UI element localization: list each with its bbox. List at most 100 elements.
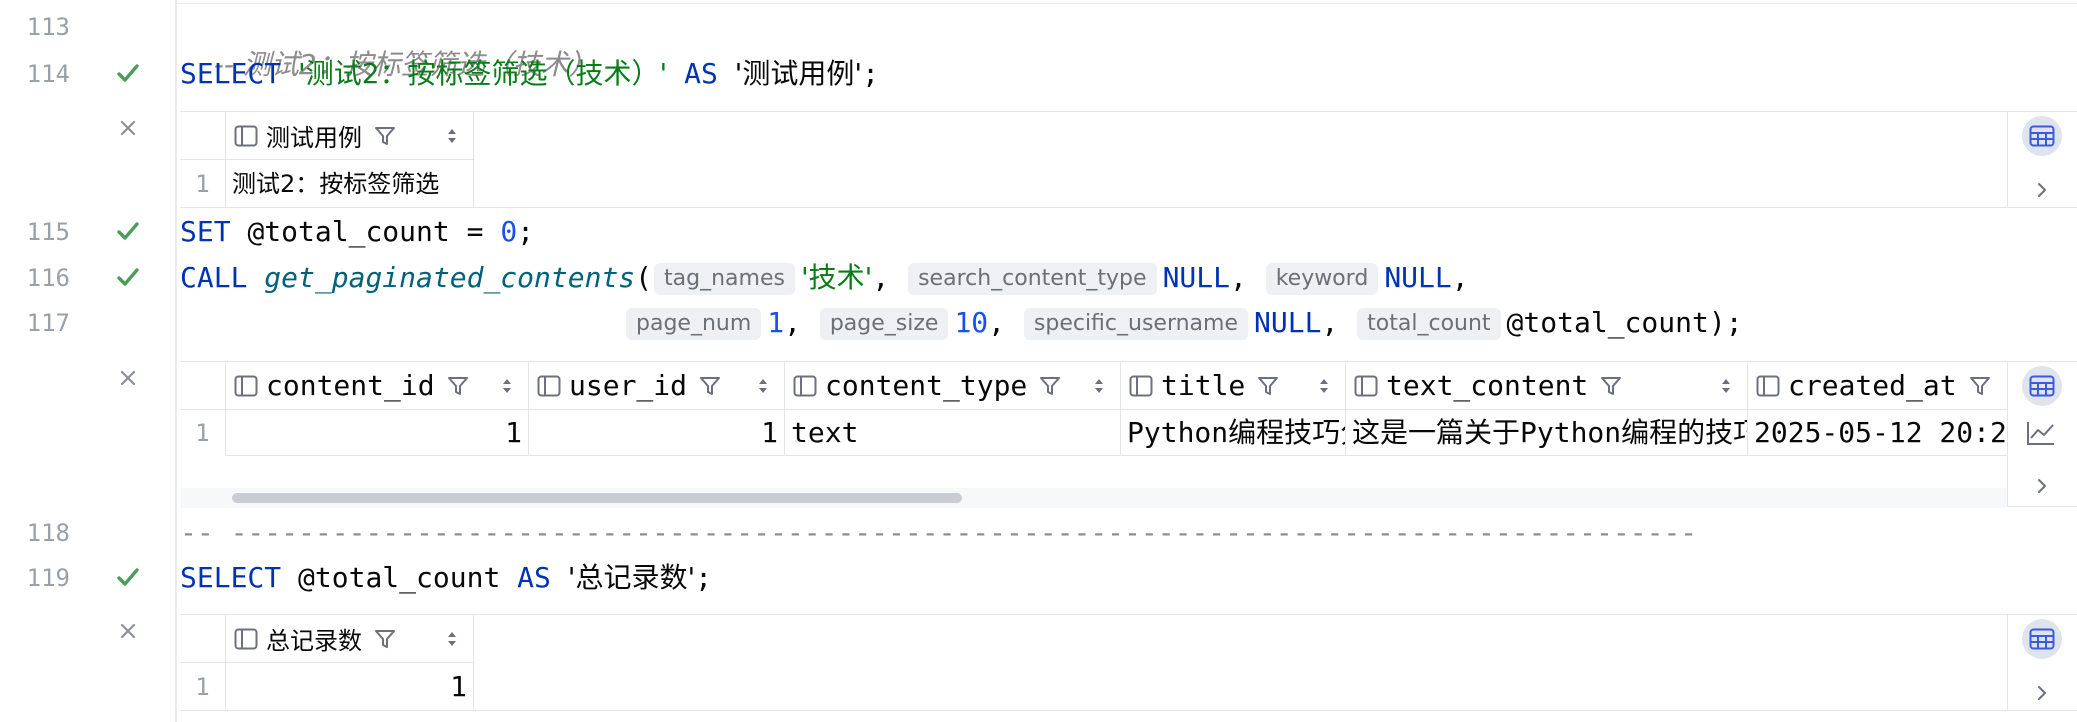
paren: ( bbox=[635, 261, 653, 294]
chevron-right-icon[interactable] bbox=[2032, 180, 2052, 200]
column-header[interactable]: 总记录数 bbox=[226, 615, 474, 663]
code-line-114[interactable]: SELECT '测试2：按标签筛选（技术）' AS '测试用例'; bbox=[180, 55, 879, 93]
sql-variable: @total_count = bbox=[247, 215, 501, 248]
line-number: 118 bbox=[26, 519, 70, 547]
code-line-117[interactable]: page_num 1, page_size 10, specific_usernam… bbox=[624, 304, 1743, 342]
sql-variable: @total_count bbox=[298, 561, 501, 594]
line-number: 114 bbox=[26, 60, 70, 88]
column-icon bbox=[1129, 375, 1153, 396]
param-hint: page_size bbox=[819, 308, 949, 340]
close-icon[interactable] bbox=[114, 617, 142, 645]
column-header[interactable]: user_id bbox=[529, 362, 785, 410]
column-header[interactable]: text_content bbox=[1346, 362, 1748, 410]
column-header[interactable]: title bbox=[1121, 362, 1346, 410]
table-cell[interactable]: 1 bbox=[226, 410, 529, 456]
table-cell[interactable]: Python编程技巧分 bbox=[1121, 410, 1346, 456]
sort-icon[interactable] bbox=[445, 125, 459, 147]
filter-icon[interactable] bbox=[1598, 373, 1624, 399]
sql-function-name: get_paginated_contents bbox=[264, 261, 636, 294]
comma: , bbox=[784, 306, 801, 339]
scrollbar-thumb[interactable] bbox=[232, 493, 962, 503]
filter-icon[interactable] bbox=[445, 373, 471, 399]
sql-null: NULL bbox=[1254, 306, 1322, 339]
sql-string: '测试2：按标签筛选（技术）' bbox=[298, 57, 668, 90]
param-hint: search_content_type bbox=[908, 263, 1157, 295]
param-hint: keyword bbox=[1265, 263, 1379, 295]
sql-keyword: AS bbox=[517, 561, 551, 594]
sql-comment: -- -------------------------------------… bbox=[180, 516, 1698, 549]
chevron-right-icon[interactable] bbox=[2032, 476, 2052, 496]
row-number-header bbox=[180, 362, 226, 410]
filter-icon[interactable] bbox=[372, 626, 398, 652]
table-view-icon[interactable] bbox=[2022, 619, 2062, 659]
comma: , bbox=[1321, 306, 1339, 339]
close-icon[interactable] bbox=[114, 114, 142, 142]
code-line-118[interactable]: -- -------------------------------------… bbox=[180, 514, 1697, 552]
sql-number: 0 bbox=[500, 215, 518, 248]
code-line-119[interactable]: SELECT @total_count AS '总记录数'; bbox=[180, 559, 712, 597]
checkmark-icon bbox=[117, 64, 139, 82]
column-icon bbox=[234, 628, 258, 649]
result-sidebar bbox=[2007, 112, 2077, 207]
sql-number: 1 bbox=[767, 306, 785, 339]
sql-null: NULL bbox=[1384, 261, 1452, 294]
gutter-divider bbox=[175, 0, 177, 722]
comma: , bbox=[872, 261, 890, 294]
column-header[interactable]: content_type bbox=[785, 362, 1121, 410]
table-view-icon[interactable] bbox=[2022, 366, 2062, 406]
param-hint: page_num bbox=[626, 308, 762, 340]
column-header[interactable]: 测试用例 bbox=[226, 112, 474, 160]
column-icon bbox=[234, 375, 258, 396]
table-cell[interactable]: 1 bbox=[529, 410, 785, 456]
column-icon bbox=[537, 375, 561, 396]
code-line-116[interactable]: CALL get_paginated_contents(tag_names '技术… bbox=[180, 259, 1469, 297]
sort-icon[interactable] bbox=[500, 375, 514, 397]
row-number-header bbox=[180, 615, 226, 663]
close-icon[interactable] bbox=[114, 364, 142, 392]
filter-icon[interactable] bbox=[697, 373, 723, 399]
result-panel-3: 总记录数 1 1 bbox=[180, 614, 2077, 711]
semicolon: ; bbox=[695, 561, 713, 594]
line-number: 117 bbox=[26, 309, 70, 337]
horizontal-scrollbar[interactable] bbox=[180, 488, 2007, 508]
table-cell[interactable]: 这是一篇关于Python编程的技巧分 bbox=[1346, 410, 1748, 456]
column-icon bbox=[234, 125, 258, 146]
semicolon: ; bbox=[862, 57, 879, 90]
column-header[interactable]: created_at bbox=[1748, 362, 2007, 410]
column-label: content_type bbox=[825, 369, 1028, 402]
sql-keyword: SELECT bbox=[180, 561, 282, 594]
sql-alias: '总记录数' bbox=[567, 561, 696, 594]
line-number: 115 bbox=[26, 218, 70, 246]
filter-icon[interactable] bbox=[372, 123, 398, 149]
column-label: user_id bbox=[569, 369, 688, 402]
sort-icon[interactable] bbox=[756, 375, 770, 397]
filter-icon[interactable] bbox=[1255, 373, 1281, 399]
sort-icon[interactable] bbox=[1719, 375, 1733, 397]
filter-icon[interactable] bbox=[1037, 373, 1063, 399]
sort-icon[interactable] bbox=[445, 628, 459, 650]
sort-icon[interactable] bbox=[1092, 375, 1106, 397]
result-panel-1: 测试用例 1 测试2：按标签筛选 bbox=[180, 111, 2077, 208]
filter-icon[interactable] bbox=[1967, 373, 1993, 399]
column-header[interactable]: content_id bbox=[226, 362, 529, 410]
chart-icon[interactable] bbox=[2026, 420, 2056, 446]
comma: , bbox=[1230, 261, 1247, 294]
result-sidebar bbox=[2007, 615, 2077, 710]
chevron-right-icon[interactable] bbox=[2032, 683, 2052, 703]
checkmark-icon bbox=[117, 222, 139, 240]
row-number: 1 bbox=[180, 663, 226, 711]
table-view-icon[interactable] bbox=[2022, 116, 2062, 156]
result-sidebar bbox=[2007, 362, 2077, 506]
sql-keyword: AS bbox=[684, 57, 718, 90]
sort-icon[interactable] bbox=[1317, 375, 1331, 397]
line-number: 116 bbox=[26, 264, 70, 292]
comma: , bbox=[1451, 261, 1469, 294]
table-cell[interactable]: 测试2：按标签筛选 bbox=[226, 160, 474, 208]
sql-keyword: SET bbox=[180, 215, 231, 248]
result-panel-2: content_id user_id content_type title te… bbox=[180, 361, 2077, 508]
table-cell[interactable]: text bbox=[785, 410, 1121, 456]
code-line-115[interactable]: SET @total_count = 0; bbox=[180, 213, 534, 251]
table-cell[interactable]: 2025-05-12 20:26 bbox=[1748, 410, 2007, 456]
column-icon bbox=[793, 375, 817, 396]
table-cell[interactable]: 1 bbox=[226, 663, 474, 711]
